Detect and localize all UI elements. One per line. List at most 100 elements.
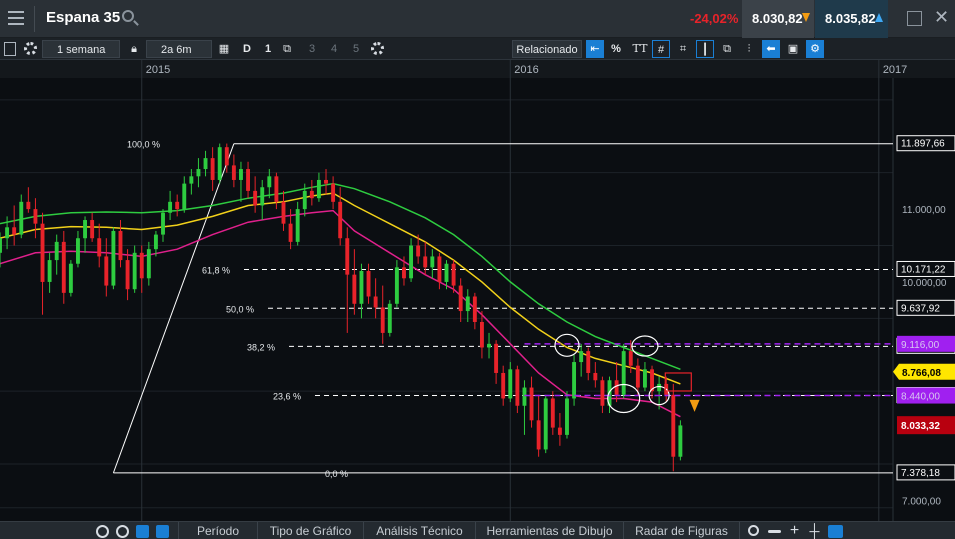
back-arrow-icon[interactable]: ⇤ [586, 40, 604, 58]
fib-price-label: 7.378,18 [901, 468, 940, 479]
candle-body [465, 296, 470, 312]
candle-body [479, 321, 484, 348]
detach-window-icon[interactable] [907, 11, 922, 26]
period-button-d[interactable]: D [240, 40, 254, 58]
candle-body [614, 380, 619, 395]
tab-periodo[interactable]: Período [178, 522, 258, 539]
time-label: 2017 [883, 64, 907, 76]
cancel-icon[interactable] [116, 525, 129, 538]
candle-body [628, 351, 633, 366]
candle-body [189, 176, 194, 184]
candle-body [153, 234, 158, 250]
candle-body [302, 190, 307, 210]
candlestick-chart[interactable]: 2015 2016 2017 11.000,0010.000,007.000,00 … [0, 60, 955, 521]
candle-body [104, 256, 109, 286]
tab-radar-figuras[interactable]: Radar de Figuras [624, 522, 740, 539]
candle-body [472, 296, 477, 322]
period-button-3[interactable]: 3 [306, 40, 318, 58]
candle-body [380, 307, 385, 333]
menu-icon[interactable] [8, 11, 24, 25]
gear-icon[interactable] [24, 42, 37, 55]
zoom-in-icon[interactable]: + [788, 523, 801, 539]
refresh-icon[interactable] [96, 525, 109, 538]
fib-price-label: 9.637,92 [901, 303, 940, 314]
candle-body [146, 249, 151, 279]
zoom-icon[interactable] [748, 525, 759, 536]
candle-body [416, 245, 421, 257]
plot-background [0, 60, 955, 521]
candle-body [281, 201, 286, 224]
candlestick-icon[interactable]: ┃ [696, 40, 714, 58]
candle-body [657, 383, 662, 392]
sell-price: 8.030,82 [752, 11, 803, 26]
grid-icon[interactable]: # [652, 40, 670, 58]
panel-icon[interactable] [4, 42, 16, 56]
candle-body [387, 303, 392, 333]
text-size-button[interactable]: TT [630, 40, 650, 58]
candle-body [253, 190, 258, 206]
candle-body [316, 179, 321, 199]
period-settings-icon[interactable] [371, 42, 384, 55]
layers-icon[interactable]: ⧉ [718, 40, 736, 58]
candle-body [54, 241, 59, 261]
tab-tipo-grafico[interactable]: Tipo de Gráfico [258, 522, 364, 539]
range-select[interactable]: 2a 6m [146, 40, 212, 58]
crosshair-icon[interactable]: ⌗ [674, 40, 692, 58]
percent-button[interactable]: % [608, 40, 624, 58]
candle-body [33, 209, 38, 224]
candle-body [678, 425, 683, 457]
last-price-label: 8.033,32 [901, 421, 940, 432]
close-icon[interactable]: ✕ [934, 7, 949, 28]
candle-body [557, 427, 562, 435]
pen-icon[interactable] [136, 525, 149, 538]
candle-body [203, 158, 208, 170]
lock-icon[interactable]: 🔒︎ [128, 40, 140, 58]
candle-body [0, 238, 2, 253]
price-tick-label: 7.000,00 [902, 496, 941, 507]
period-button-1[interactable]: 1 [262, 40, 274, 58]
candle-body [175, 201, 180, 210]
candle-body [515, 369, 520, 406]
tag-icon[interactable]: ⬅ [762, 40, 780, 58]
candle-body [19, 201, 24, 235]
tab-herramientas-dibujo[interactable]: Herramientas de Dibujo [476, 522, 624, 539]
bottom-bar: Período Tipo de Gráfico Análisis Técnico… [0, 521, 955, 539]
up-down-icon[interactable] [156, 525, 169, 538]
period-button-5[interactable]: 5 [350, 40, 362, 58]
candle-body [642, 369, 647, 388]
candle-body [196, 169, 201, 177]
candle-body [5, 227, 10, 239]
candle-body [12, 227, 17, 235]
support-price-label: 9.116,00 [901, 340, 940, 351]
current-price-label: 8.766,08 [902, 368, 941, 379]
candle-body [600, 380, 605, 406]
numeric-icon[interactable] [828, 525, 843, 538]
title-bar: Espana 35 -24,02% 8.030,82 8.035,82 ✕ [0, 0, 955, 38]
interval-select[interactable]: 1 semana [42, 40, 120, 58]
crosshair-tool-icon[interactable]: ┼ [808, 524, 821, 538]
time-label: 2015 [146, 64, 170, 76]
search-icon[interactable] [122, 10, 134, 22]
candle-body [458, 285, 463, 312]
compare-icon[interactable]: ⧉ [280, 40, 294, 58]
candle-body [444, 263, 449, 282]
candle-body [579, 351, 584, 363]
print-icon[interactable]: ▣ [784, 40, 802, 58]
buy-price-button[interactable]: 8.035,82 [815, 0, 888, 38]
candle-body [288, 223, 293, 242]
sell-price-button[interactable]: 8.030,82 [742, 0, 814, 38]
ohlc-icon[interactable]: ⫶ [740, 40, 758, 58]
fib-percent-label: 100,0 % [127, 140, 160, 150]
zoom-out-icon[interactable] [768, 530, 781, 533]
calendar-icon[interactable]: ▦ [216, 40, 232, 58]
candle-body [224, 147, 229, 166]
tab-analisis-tecnico[interactable]: Análisis Técnico [364, 522, 476, 539]
related-button[interactable]: Relacionado [512, 40, 582, 58]
candle-body [139, 252, 144, 279]
fib-percent-label: 61,8 % [202, 265, 230, 275]
settings-icon[interactable]: ⚙ [806, 40, 824, 58]
candle-body [26, 201, 31, 210]
period-button-4[interactable]: 4 [328, 40, 340, 58]
fib-price-label: 11.897,66 [901, 139, 945, 150]
candle-body [118, 230, 123, 261]
